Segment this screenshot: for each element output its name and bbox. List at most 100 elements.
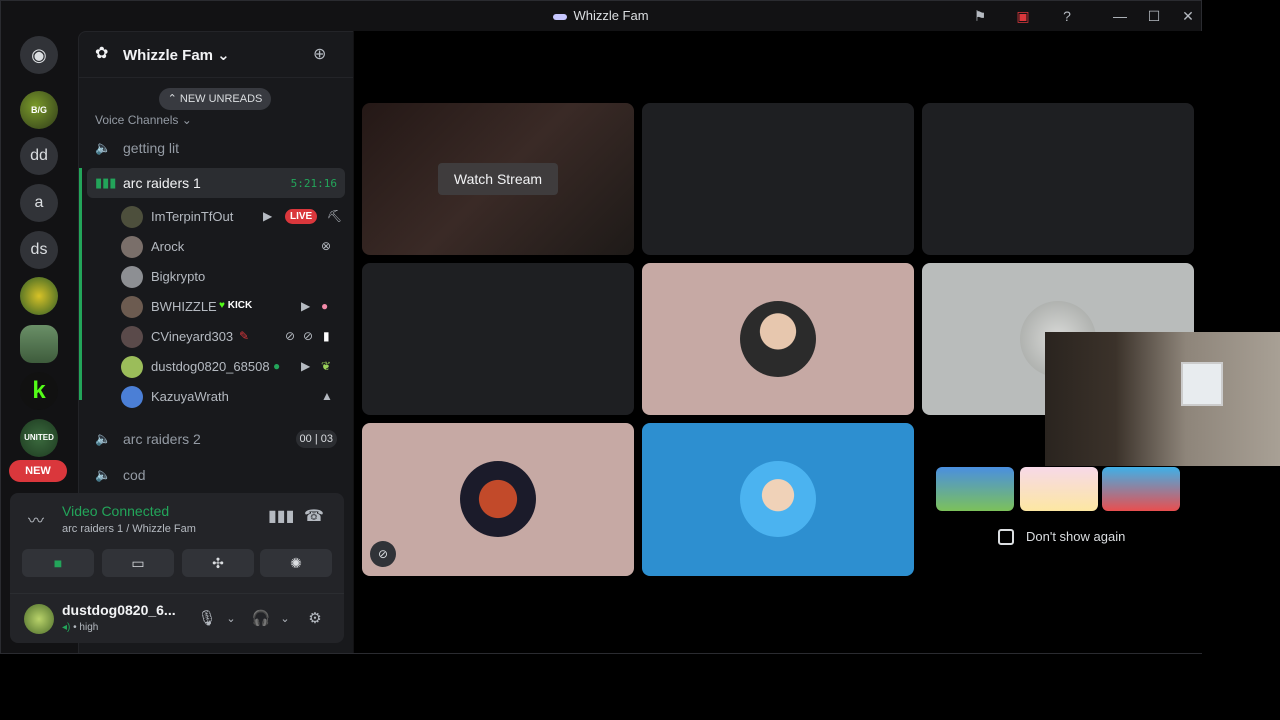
- server-settings-icon[interactable]: ✿: [95, 45, 113, 63]
- disconnect-icon[interactable]: ☎: [302, 505, 326, 529]
- app-icon: [553, 13, 568, 20]
- signal-icon[interactable]: 〰: [28, 507, 50, 530]
- playstation-icon: ▲: [321, 389, 333, 403]
- clan-tag-icon: ✎: [239, 329, 250, 343]
- video-tile[interactable]: [642, 423, 914, 576]
- active-channel-indicator: [79, 168, 82, 400]
- noise-suppression-icon[interactable]: ▮▮▮: [268, 505, 294, 529]
- leaf-icon: ❦: [321, 359, 332, 373]
- avatar: [740, 301, 816, 377]
- watch-stream-button[interactable]: Watch Stream: [438, 163, 558, 195]
- server-icon-crest[interactable]: [20, 277, 58, 315]
- channel-getting-lit[interactable]: 🔈 getting lit: [87, 133, 345, 163]
- discord-home-icon[interactable]: ◉: [20, 36, 58, 74]
- avatar: [121, 326, 143, 348]
- screen-share-icon[interactable]: ▣: [1014, 7, 1032, 25]
- microphone-icon[interactable]: 🎙: [196, 608, 218, 630]
- xbox-icon: ⊗: [321, 239, 332, 253]
- video-tile[interactable]: [642, 263, 914, 415]
- server-icon-a[interactable]: a: [20, 184, 58, 222]
- game-thumbnail[interactable]: [1020, 467, 1098, 511]
- minimize-button[interactable]: —: [1110, 7, 1130, 25]
- member-row[interactable]: dustdog0820_68508 ● ▶ ❦: [121, 353, 341, 381]
- server-icon-united[interactable]: UNITED: [20, 419, 58, 457]
- server-icon-bg-krypto[interactable]: B/G: [20, 91, 58, 129]
- new-pill[interactable]: NEW: [9, 460, 67, 482]
- invite-people-icon[interactable]: ⊕: [313, 45, 333, 65]
- activities-button[interactable]: ✣: [182, 549, 254, 577]
- discord-window: Whizzle Fam ⚑ ▣ ? — ☐ ✕ ◉ B/G dd a ds k …: [0, 0, 1202, 654]
- user-status: ◂) • high: [62, 622, 99, 633]
- chevron-down-icon[interactable]: ⌄: [220, 608, 242, 630]
- category-voice-channels[interactable]: Voice Channels ⌄: [95, 113, 192, 127]
- kick-tag: ♥ KICK: [219, 300, 253, 311]
- flag-icon[interactable]: ⚑: [971, 7, 989, 25]
- camera-icon: ▶: [301, 359, 311, 373]
- help-icon[interactable]: ?: [1058, 7, 1076, 25]
- member-row[interactable]: Arock ⊗: [121, 233, 341, 261]
- maximize-button[interactable]: ☐: [1144, 7, 1164, 25]
- camera-button[interactable]: ■: [22, 549, 94, 577]
- title-bar: Whizzle Fam ⚑ ▣ ? — ☐ ✕: [1, 1, 1201, 31]
- voice-location[interactable]: arc raiders 1 / Whizzle Fam: [62, 523, 196, 535]
- chevron-down-icon[interactable]: ⌄: [274, 608, 296, 630]
- settings-gear-icon[interactable]: ⚙: [304, 608, 326, 630]
- avatar: [121, 386, 143, 408]
- video-off-icon: ⊘: [303, 329, 314, 343]
- activity-icon: ▮: [323, 329, 330, 343]
- activity-icon: ⛏: [327, 209, 343, 223]
- video-tile[interactable]: ⊘: [362, 423, 634, 576]
- member-row[interactable]: KazuyaWrath ▲: [121, 383, 341, 411]
- voice-status[interactable]: Video Connected: [62, 503, 169, 519]
- member-row[interactable]: ImTerpinTfOut ▶ LIVE ⛏: [121, 203, 343, 231]
- member-row[interactable]: Bigkrypto: [121, 263, 341, 291]
- speaker-icon: 🔈: [95, 467, 112, 482]
- server-icon-dd[interactable]: dd: [20, 137, 58, 175]
- server-icon-kick[interactable]: k: [20, 372, 58, 410]
- video-tile[interactable]: [362, 263, 634, 415]
- video-tile[interactable]: [922, 103, 1194, 255]
- speaker-icon: 🔈: [95, 140, 112, 155]
- avatar: [121, 266, 143, 288]
- member-row[interactable]: CVineyard303 ✎ ⊘ ⊘ ▮: [121, 323, 341, 351]
- member-row[interactable]: BWHIZZLE ♥ KICK ▶ ●: [121, 293, 341, 321]
- game-thumbnail[interactable]: [936, 467, 1014, 511]
- brain-icon: ●: [321, 299, 329, 313]
- avatar: [121, 296, 143, 318]
- video-tile[interactable]: [642, 103, 914, 255]
- server-name[interactable]: Whizzle Fam ⌄: [123, 46, 230, 64]
- camera-icon: ▶: [263, 209, 273, 223]
- nitro-icon: ●: [273, 359, 281, 373]
- avatar: [121, 206, 143, 228]
- close-button[interactable]: ✕: [1178, 7, 1198, 25]
- channel-timer: 5:21:16: [290, 177, 337, 190]
- channel-arc-raiders-1[interactable]: ▮▮▮ arc raiders 1 5:21:16: [87, 168, 345, 198]
- stream-tile[interactable]: Watch Stream: [362, 103, 634, 255]
- new-unreads-button[interactable]: ⌃ NEW UNREADS: [159, 88, 271, 110]
- channel-arc-raiders-2[interactable]: 🔈 arc raiders 2 00 | 03: [87, 424, 345, 454]
- channel-cod[interactable]: 🔈 cod: [87, 460, 345, 490]
- video-off-icon: ⊘: [370, 541, 396, 567]
- avatar: [121, 356, 143, 378]
- avatar[interactable]: [24, 604, 54, 634]
- mic-muted-icon: ⊘: [285, 329, 296, 343]
- soundboard-button[interactable]: ✺: [260, 549, 332, 577]
- live-badge[interactable]: LIVE: [285, 209, 318, 224]
- webcam-overlay: [1045, 332, 1280, 466]
- dont-show-label: Don't show again: [1026, 529, 1126, 544]
- server-icon-avatar[interactable]: [20, 325, 58, 363]
- webcam-room-window: [1181, 362, 1223, 406]
- user-count: 00 | 03: [295, 430, 337, 448]
- server-header[interactable]: ✿ Whizzle Fam ⌄ ⊕: [79, 32, 353, 78]
- speaker-icon: 🔈: [95, 431, 112, 446]
- server-icon-ds[interactable]: ds: [20, 231, 58, 269]
- avatar: [121, 236, 143, 258]
- game-thumbnail[interactable]: [1102, 467, 1180, 511]
- headphones-icon[interactable]: 🎧: [250, 608, 272, 630]
- username[interactable]: dustdog0820_6...: [62, 602, 176, 618]
- avatar: [740, 461, 816, 537]
- dont-show-checkbox[interactable]: [998, 529, 1014, 545]
- voice-activity-icon: ▮▮▮: [95, 175, 117, 190]
- camera-icon: ▶: [301, 299, 311, 313]
- screen-share-button[interactable]: ▭: [102, 549, 174, 577]
